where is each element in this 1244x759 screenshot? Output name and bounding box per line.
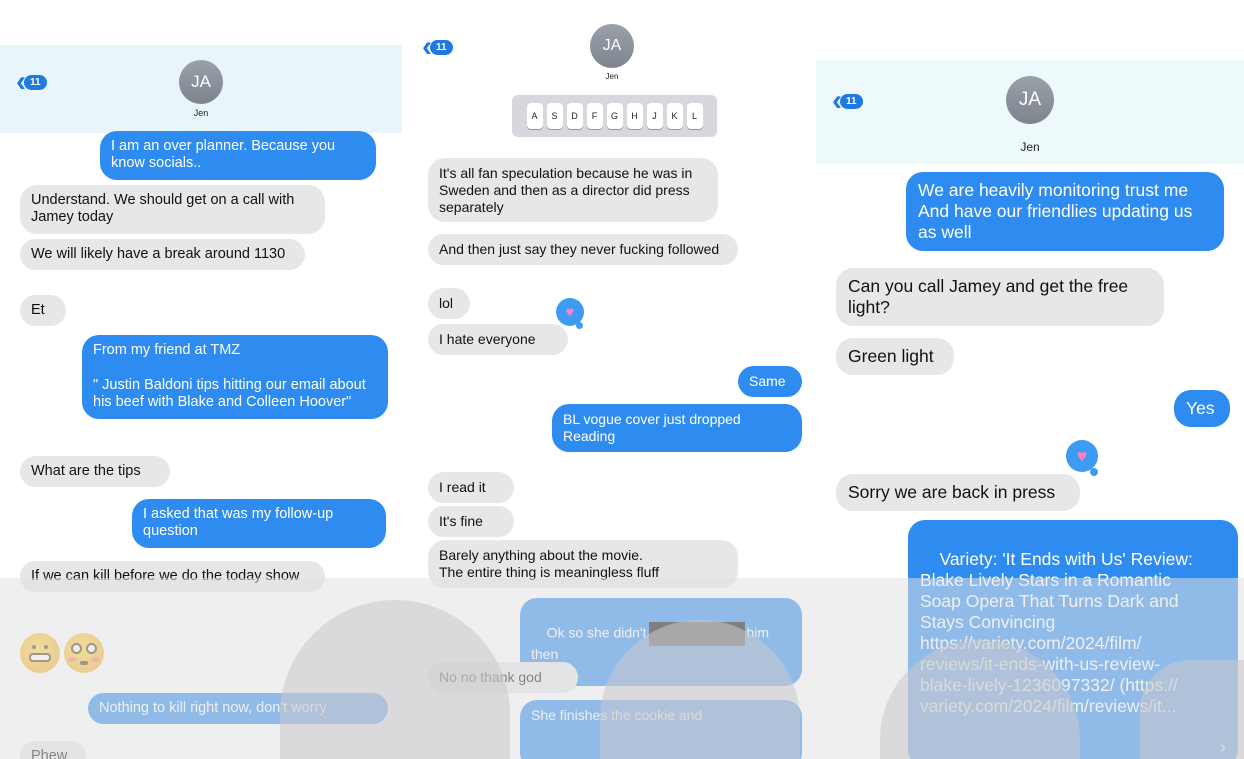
message-incoming[interactable]: Understand. We should get on a call with… bbox=[20, 185, 325, 234]
back-button[interactable]: ‹ 11 bbox=[422, 32, 453, 62]
message-incoming[interactable]: If we can kill before we do the today sh… bbox=[20, 561, 325, 593]
key-f[interactable]: F bbox=[586, 103, 603, 129]
heart-tapback[interactable]: ♥ bbox=[1066, 440, 1098, 476]
message-incoming[interactable]: I hate everyone bbox=[428, 324, 568, 355]
message-outgoing[interactable]: We are heavily monitoring trust me And h… bbox=[906, 172, 1224, 251]
back-button[interactable]: ‹ 11 bbox=[832, 86, 863, 116]
message-incoming[interactable]: We will likely have a break around 1130 bbox=[20, 239, 305, 271]
conversation-panel-right: ‹ 11 JA Jen We are heavily monitoring tr… bbox=[816, 60, 1244, 759]
avatar[interactable]: JA bbox=[590, 24, 634, 68]
message-incoming[interactable]: Phew bbox=[20, 741, 86, 759]
message-incoming[interactable]: What are the tips bbox=[20, 456, 170, 488]
redaction-bar bbox=[648, 621, 745, 646]
contact-name[interactable]: Jen bbox=[408, 72, 816, 81]
key-s[interactable]: S bbox=[546, 103, 563, 129]
message-incoming[interactable]: Barely anything about the movie. The ent… bbox=[428, 540, 738, 588]
message-outgoing-link[interactable]: Variety: 'It Ends with Us' Review: Blake… bbox=[908, 520, 1238, 759]
conversation-header: ‹ 11 JA Jen A S D F G H J K L bbox=[408, 0, 816, 150]
conversation-header: ‹ 11 JA Jen bbox=[0, 45, 402, 133]
emoji-message[interactable] bbox=[20, 633, 104, 673]
message-incoming[interactable]: lol bbox=[428, 288, 470, 319]
message-outgoing[interactable]: Nothing to kill right now, don't worry bbox=[88, 693, 388, 725]
message-incoming[interactable]: Can you call Jamey and get the free ligh… bbox=[836, 268, 1164, 326]
key-d[interactable]: D bbox=[566, 103, 583, 129]
contact-name[interactable]: Jen bbox=[0, 108, 402, 118]
grimacing-face-icon bbox=[20, 633, 60, 673]
keyboard-row: A S D F G H J K L bbox=[512, 95, 717, 137]
conversation-panel-middle: ‹ 11 JA Jen A S D F G H J K L It's all f… bbox=[408, 0, 816, 759]
unread-badge: 11 bbox=[24, 74, 47, 90]
message-outgoing[interactable]: From my friend at TMZ " Justin Baldoni t… bbox=[82, 335, 388, 419]
back-button[interactable]: ‹ 11 bbox=[16, 67, 47, 97]
unread-badge: 11 bbox=[430, 39, 453, 55]
key-j[interactable]: J bbox=[646, 103, 663, 129]
conversation-header: ‹ 11 JA Jen bbox=[816, 60, 1244, 164]
message-outgoing[interactable]: Yes bbox=[1174, 390, 1230, 427]
heart-icon: ♥ bbox=[1076, 446, 1088, 466]
chevron-right-icon[interactable]: › bbox=[1220, 737, 1226, 759]
message-outgoing[interactable]: She finishes the cookie and bbox=[520, 700, 802, 759]
message-outgoing[interactable]: I am an over planner. Because you know s… bbox=[100, 131, 376, 180]
avatar[interactable]: JA bbox=[179, 60, 223, 104]
message-outgoing[interactable]: Same bbox=[738, 366, 802, 397]
key-k[interactable]: K bbox=[666, 103, 683, 129]
message-incoming[interactable]: It's all fan speculation because he was … bbox=[428, 158, 718, 223]
conversation-panel-left: ‹ 11 JA Jen I am an over planner. Becaus… bbox=[0, 45, 402, 759]
message-incoming[interactable]: And then just say they never fucking fol… bbox=[428, 234, 738, 265]
message-incoming[interactable]: I read it bbox=[428, 472, 514, 503]
message-incoming[interactable]: It's fine bbox=[428, 506, 514, 537]
message-incoming[interactable]: Sorry we are back in press bbox=[836, 474, 1080, 511]
key-h[interactable]: H bbox=[626, 103, 643, 129]
message-incoming[interactable]: Green light bbox=[836, 338, 954, 375]
heart-tapback[interactable]: ♥ bbox=[556, 298, 584, 329]
contact-name[interactable]: Jen bbox=[816, 140, 1244, 154]
key-a[interactable]: A bbox=[526, 103, 543, 129]
heart-icon: ♥ bbox=[565, 303, 575, 321]
unread-badge: 11 bbox=[840, 93, 863, 109]
message-incoming[interactable]: No no thank god bbox=[428, 662, 578, 693]
message-incoming[interactable]: Et bbox=[20, 295, 66, 327]
avatar[interactable]: JA bbox=[1006, 76, 1054, 124]
message-text-before: Ok so she didn't bbox=[546, 624, 647, 641]
message-outgoing[interactable]: BL vogue cover just dropped Reading bbox=[552, 404, 802, 452]
key-g[interactable]: G bbox=[606, 103, 623, 129]
message-outgoing[interactable]: I asked that was my follow-up question bbox=[132, 499, 386, 548]
link-preview-text[interactable]: Variety: 'It Ends with Us' Review: Blake… bbox=[920, 549, 1193, 716]
key-l[interactable]: L bbox=[686, 103, 703, 129]
flushed-face-icon bbox=[64, 633, 104, 673]
